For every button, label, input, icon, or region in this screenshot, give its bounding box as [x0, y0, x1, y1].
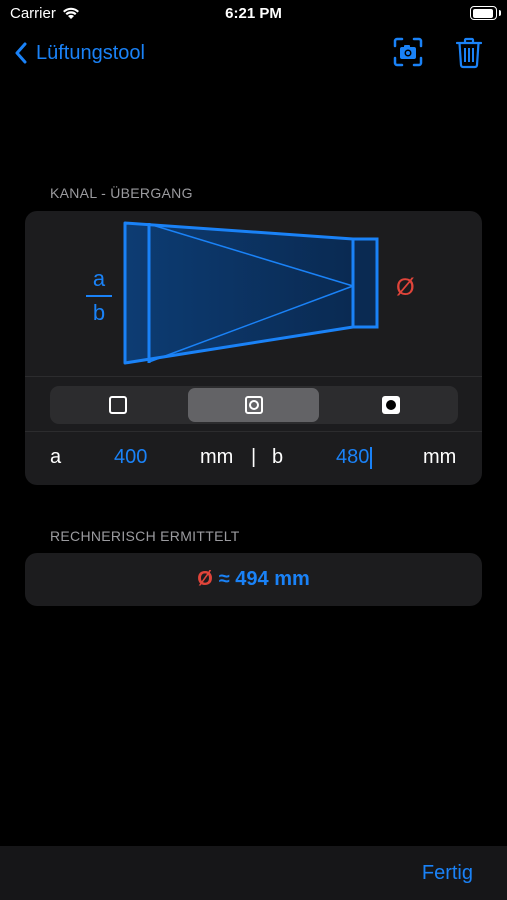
divider	[25, 431, 482, 432]
battery-icon	[470, 6, 501, 20]
b-unit: mm	[423, 446, 457, 468]
diameter-symbol: Ø	[396, 274, 415, 301]
b-input-value: 480	[336, 446, 370, 468]
divider	[25, 376, 482, 377]
text-caret	[370, 446, 373, 469]
section-title-kanal: KANAL - ÜBERGANG	[50, 185, 193, 201]
a-label: a	[50, 446, 62, 468]
separator: |	[251, 446, 257, 468]
back-label: Lüftungstool	[36, 41, 145, 64]
result-value: Ø ≈ 494 mm	[25, 553, 482, 606]
shape-segmented-control	[50, 386, 458, 424]
segment-circle-in-square[interactable]	[188, 388, 319, 422]
back-button[interactable]: Lüftungstool	[14, 38, 145, 68]
fraction-bottom-label: b	[92, 300, 106, 325]
result-text: ≈ 494 mm	[218, 568, 310, 590]
circle-in-square-icon	[244, 396, 263, 414]
result-diameter-symbol: Ø	[197, 568, 213, 590]
camera-viewfinder-icon[interactable]	[393, 37, 423, 67]
fraction-top-label: a	[92, 266, 106, 291]
done-button[interactable]: Fertig	[422, 862, 473, 885]
b-label: b	[272, 446, 284, 468]
chevron-left-icon	[15, 42, 27, 64]
filled-circle-square-icon	[381, 396, 400, 414]
duct-transition-diagram	[123, 221, 379, 365]
status-time: 6:21 PM	[225, 5, 282, 22]
trash-icon[interactable]	[456, 37, 482, 69]
segment-filled-circle[interactable]	[325, 388, 456, 422]
section-title-result: RECHNERISCH ERMITTELT	[50, 528, 240, 544]
square-icon	[108, 396, 127, 414]
segment-square[interactable]	[52, 388, 183, 422]
fraction-a-over-b: a b	[84, 266, 114, 326]
b-input[interactable]: 480	[336, 446, 373, 474]
a-input[interactable]: 400	[114, 446, 147, 474]
a-unit: mm	[200, 446, 234, 468]
fraction-bar	[86, 295, 112, 297]
